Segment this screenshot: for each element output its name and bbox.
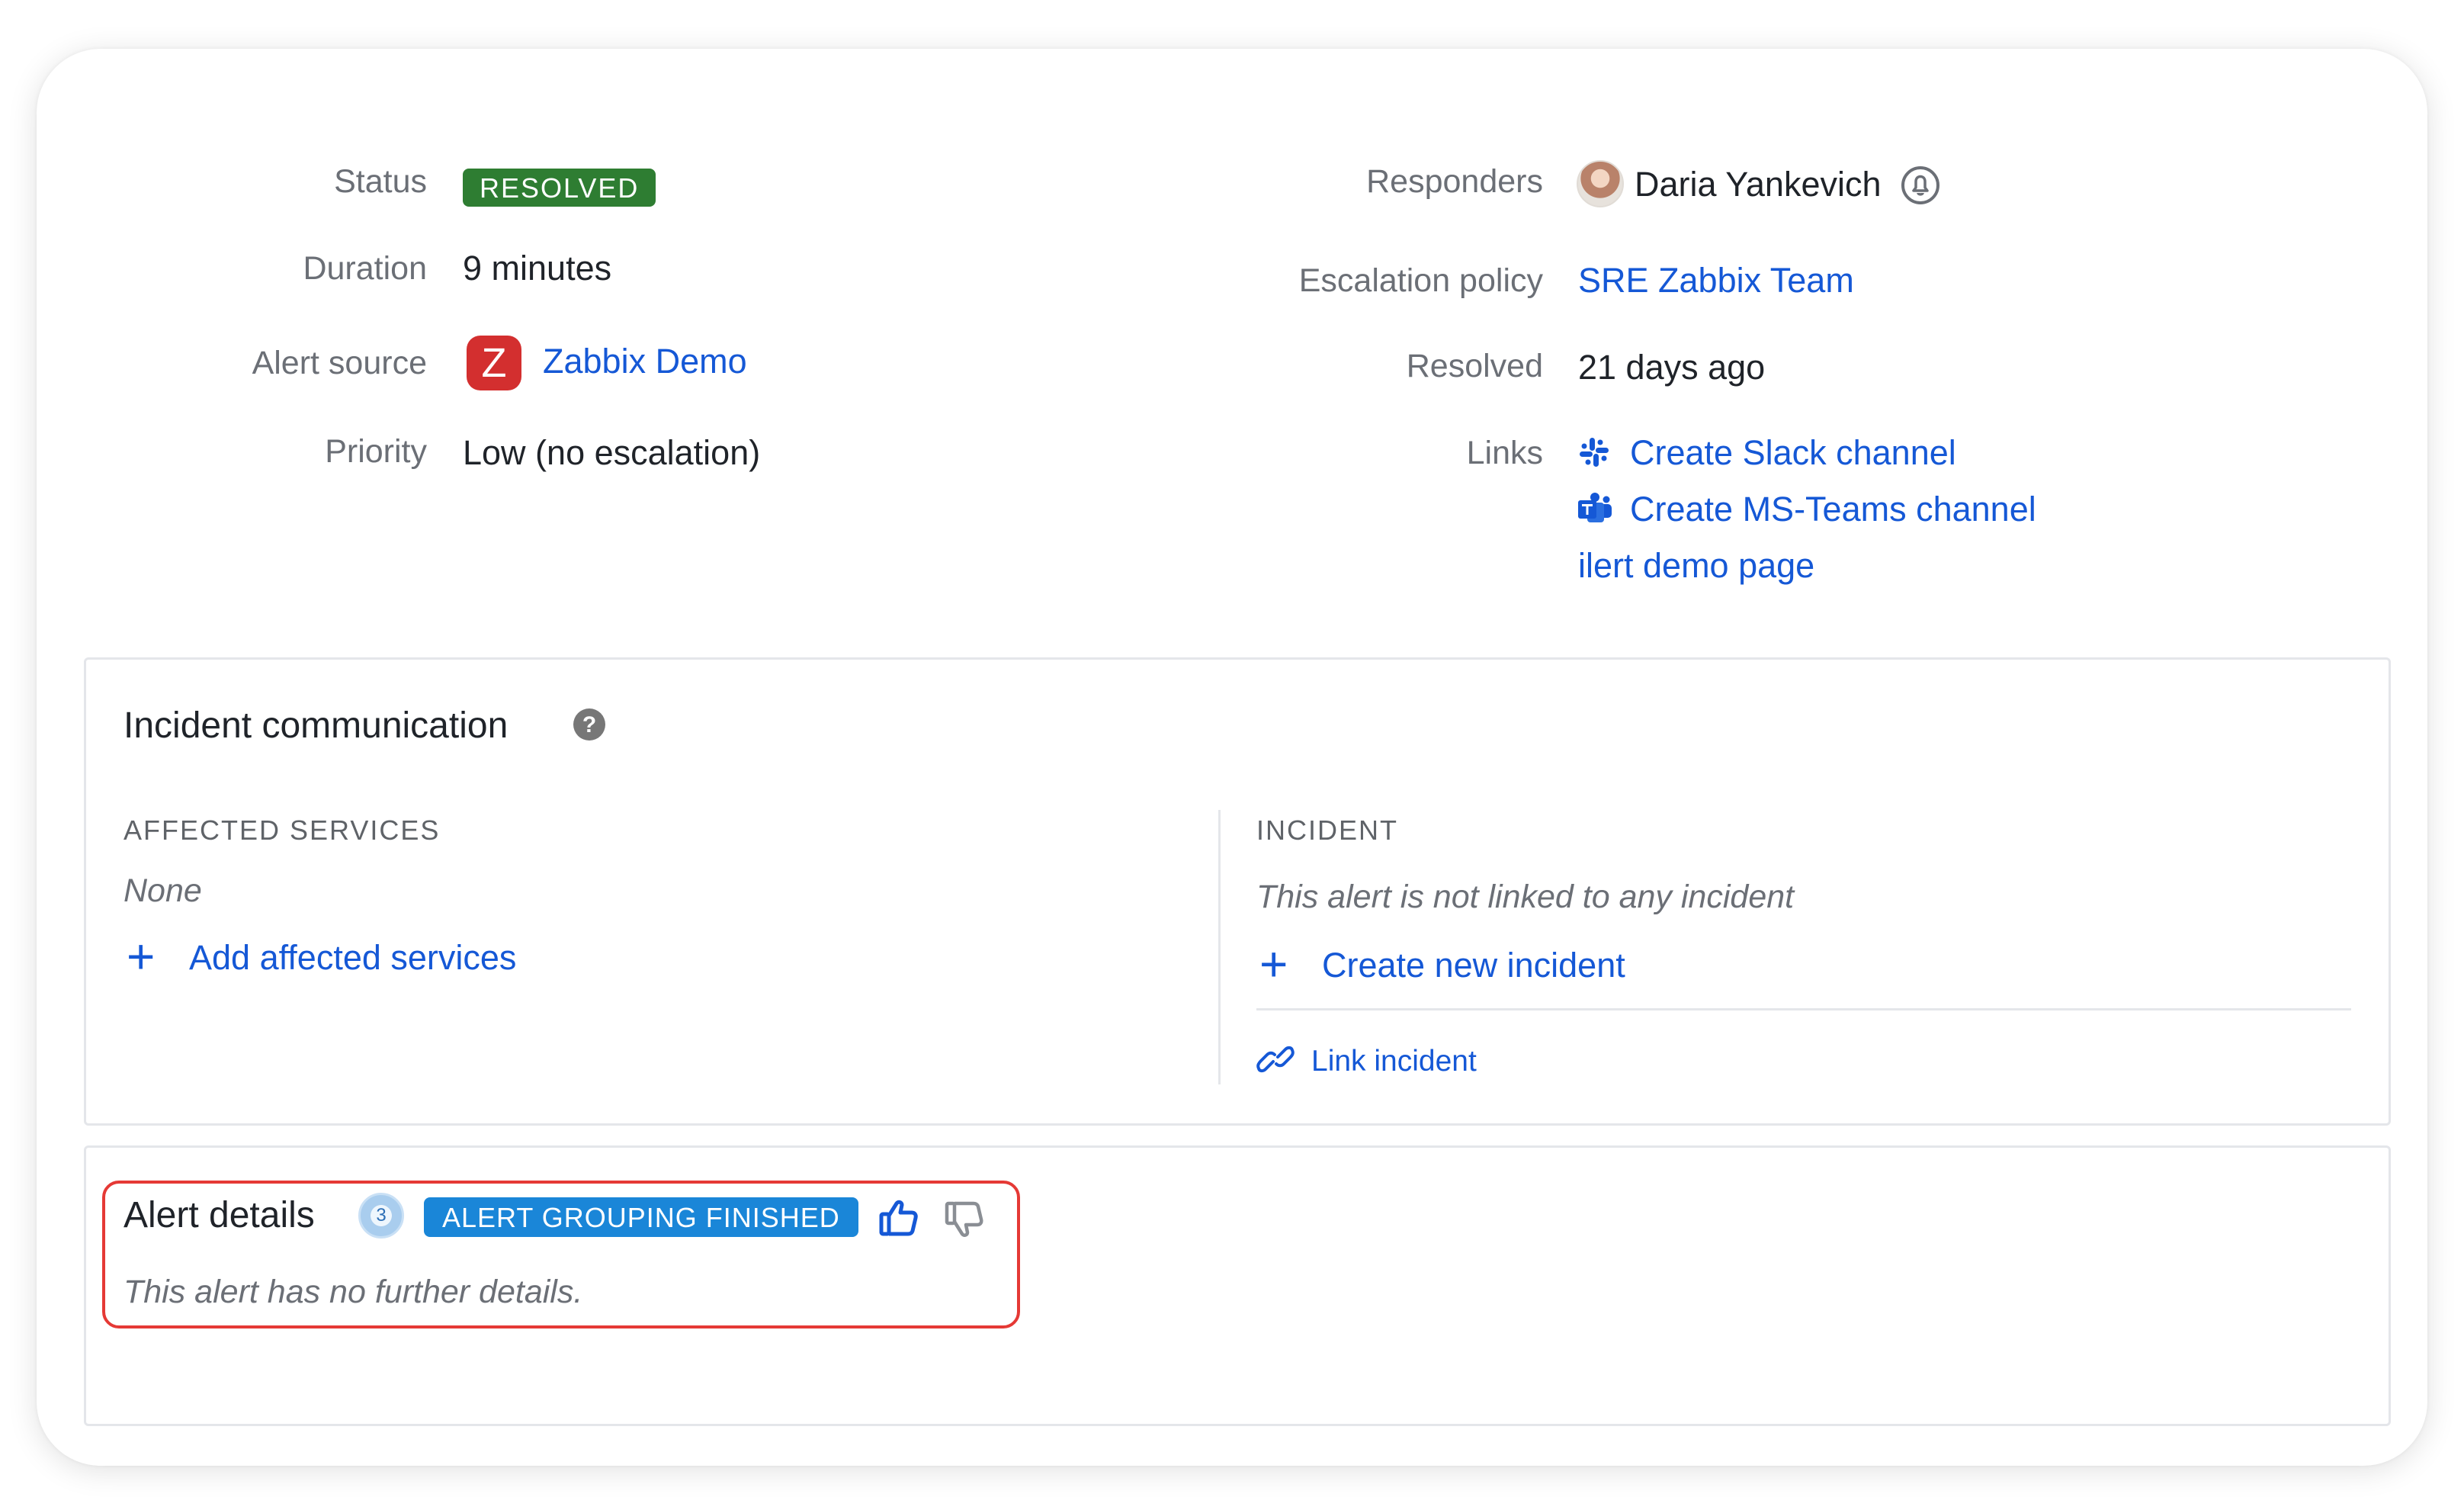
alert-details-title: Alert details (124, 1195, 315, 1235)
ms-teams-icon (1577, 491, 1613, 526)
help-icon[interactable]: ? (573, 708, 605, 741)
resolved-value: 21 days ago (1578, 348, 1766, 387)
add-affected-services-button[interactable]: Add affected services (189, 938, 516, 978)
incident-heading: INCIDENT (1256, 814, 1398, 846)
resolved-label: Resolved (1406, 348, 1543, 384)
thumbs-down-icon[interactable] (944, 1199, 985, 1240)
incident-communication-title: Incident communication (124, 705, 509, 746)
duration-value: 9 minutes (463, 249, 612, 288)
link-incident-button[interactable]: Link incident (1311, 1045, 1477, 1078)
link-item-ms-teams[interactable]: Create MS-Teams channel (1630, 490, 2036, 529)
affected-services-value: None (124, 872, 202, 909)
duration-label: Duration (303, 250, 427, 287)
alert-source-label: Alert source (252, 345, 427, 381)
link-item-slack[interactable]: Create Slack channel (1630, 433, 1956, 473)
thumbs-up-icon[interactable] (878, 1197, 919, 1239)
links-label: Links (1466, 435, 1543, 471)
responders-label: Responders (1366, 163, 1543, 200)
alert-source-link[interactable]: Zabbix Demo (543, 342, 747, 381)
avatar (1577, 160, 1624, 207)
column-divider (1218, 810, 1221, 1084)
escalation-policy-link[interactable]: SRE Zabbix Team (1578, 261, 1854, 300)
link-item-demo-page[interactable]: ilert demo page (1578, 546, 1814, 586)
affected-services-heading: AFFECTED SERVICES (124, 814, 441, 846)
incident-divider (1256, 1008, 2351, 1010)
alert-grouping-badge: ALERT GROUPING FINISHED (424, 1197, 858, 1237)
priority-label: Priority (325, 433, 427, 470)
priority-value[interactable]: Low (no escalation) (463, 433, 760, 473)
link-icon[interactable] (1256, 1043, 1295, 1075)
notification-bell-icon[interactable] (1900, 165, 1941, 206)
grouped-count-badge[interactable]: 3 (358, 1193, 404, 1239)
slack-icon (1577, 435, 1612, 470)
alert-details-empty-text: This alert has no further details. (124, 1274, 583, 1310)
responder-name[interactable]: Daria Yankevich (1635, 165, 1882, 204)
create-new-incident-button[interactable]: Create new incident (1322, 946, 1625, 985)
escalation-policy-label: Escalation policy (1298, 262, 1543, 299)
status-badge: RESOLVED (463, 169, 656, 207)
plus-icon[interactable]: + (1259, 940, 1288, 988)
zabbix-icon: Z (467, 336, 521, 390)
status-label: Status (334, 163, 427, 200)
plus-icon[interactable]: + (127, 932, 155, 981)
incident-value: This alert is not linked to any incident (1256, 879, 1795, 915)
